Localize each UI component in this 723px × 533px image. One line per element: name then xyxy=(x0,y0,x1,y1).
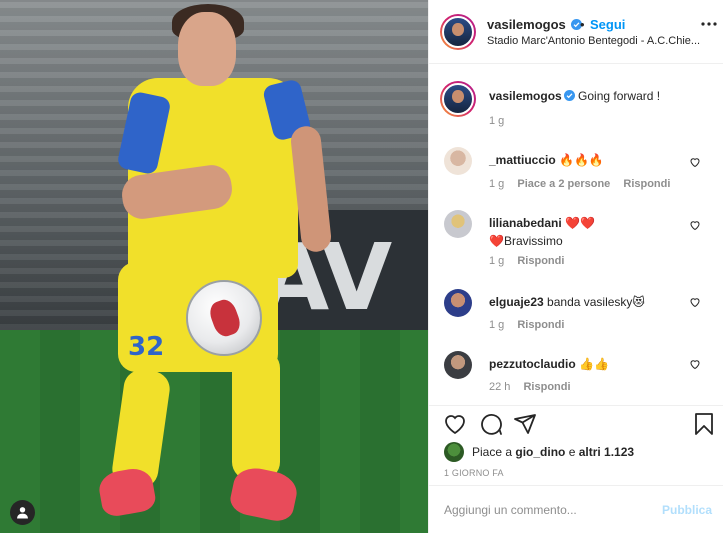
caption-meta: 1 g xyxy=(489,115,514,127)
post-photo[interactable]: AV 32 xyxy=(0,0,428,533)
post-sidebar: vasilemogos • Segui Stadio Marc'Antonio … xyxy=(428,0,723,533)
comment-meta: 1 g Rispondi xyxy=(489,319,574,331)
bookmark-icon[interactable] xyxy=(692,412,716,436)
football xyxy=(186,280,262,356)
comment-body: banda vasilesky😻 xyxy=(547,295,645,309)
user-tag-glyph-icon xyxy=(17,507,28,519)
add-comment-bar: Pubblica xyxy=(429,485,723,533)
liker-avatar[interactable] xyxy=(444,442,464,462)
likes-prefix: Piace a xyxy=(472,445,516,459)
comment-username[interactable]: lilianabedani xyxy=(489,216,562,230)
comment-time[interactable]: 1 g xyxy=(489,319,504,331)
more-dots-icon xyxy=(701,22,717,26)
reply-button[interactable]: Rispondi xyxy=(517,319,564,331)
comment-like-heart-icon[interactable] xyxy=(689,219,701,231)
player-head xyxy=(178,12,236,86)
post-actions: Piace a gio_dino e altri 1.123 1 GIORNO … xyxy=(429,405,723,485)
caption-author-avatar[interactable] xyxy=(440,81,476,117)
comment-time[interactable]: 1 g xyxy=(489,255,504,267)
likes-text[interactable]: Piace a gio_dino e altri 1.123 xyxy=(472,445,634,459)
header-separator: • xyxy=(580,17,585,32)
comment-time[interactable]: 1 g xyxy=(489,178,504,190)
comment-time[interactable]: 22 h xyxy=(489,381,510,393)
liker-username[interactable]: gio_dino xyxy=(515,445,565,459)
comment-body: 🔥🔥🔥 xyxy=(559,153,604,167)
post-header: vasilemogos • Segui Stadio Marc'Antonio … xyxy=(429,0,723,64)
reply-button[interactable]: Rispondi xyxy=(517,255,564,267)
user-tag-icon[interactable] xyxy=(10,500,35,525)
comment-text: elguaje23 banda vasilesky😻 xyxy=(489,293,689,311)
comment-meta: 22 h Rispondi xyxy=(489,381,581,393)
comment-text: pezzutoclaudio 👍👍 xyxy=(489,355,689,373)
reply-button[interactable]: Rispondi xyxy=(523,381,570,393)
publish-button[interactable]: Pubblica xyxy=(662,503,712,517)
author-avatar[interactable] xyxy=(440,14,476,50)
comment-avatar[interactable] xyxy=(444,210,472,238)
comment-input[interactable] xyxy=(444,500,654,520)
comment-meta: 1 g Rispondi xyxy=(489,255,574,267)
comment-like-heart-icon[interactable] xyxy=(689,358,701,370)
comment-username[interactable]: _mattiuccio xyxy=(489,153,556,167)
author-username[interactable]: vasilemogos xyxy=(487,17,583,32)
comment-body: 👍👍 xyxy=(579,357,609,371)
comment-username[interactable]: elguaje23 xyxy=(489,295,544,309)
heart-icon[interactable] xyxy=(443,412,467,436)
follow-button[interactable]: Segui xyxy=(590,17,625,32)
comment-likes[interactable]: Piace a 2 persone xyxy=(517,178,610,190)
comment-like-heart-icon[interactable] xyxy=(689,156,701,168)
comment-body: ❤️❤️ xyxy=(565,216,595,230)
player-right-leg xyxy=(232,350,280,480)
comment-icon[interactable] xyxy=(479,412,503,436)
caption-body: Going forward ! xyxy=(578,89,661,103)
likes-summary[interactable]: Piace a gio_dino e altri 1.123 xyxy=(444,442,634,462)
comment-like-heart-icon[interactable] xyxy=(689,296,701,308)
comment-avatar[interactable] xyxy=(444,289,472,317)
reply-button[interactable]: Rispondi xyxy=(623,178,670,190)
caption-username[interactable]: vasilemogos xyxy=(489,89,562,103)
more-options-icon[interactable] xyxy=(699,14,719,34)
caption-time[interactable]: 1 g xyxy=(489,115,504,127)
comment-text: _mattiuccio 🔥🔥🔥 xyxy=(489,151,689,169)
comment-body-line2: ❤️Bravissimo xyxy=(489,234,563,248)
comment-avatar[interactable] xyxy=(444,351,472,379)
player-shorts-number: 32 xyxy=(128,332,165,362)
post-location[interactable]: Stadio Marc'Antonio Bentegodi - A.C.Chie… xyxy=(487,35,715,47)
likes-others-count[interactable]: altri 1.123 xyxy=(579,445,634,459)
likes-middle: e xyxy=(565,445,579,459)
caption-verified-icon xyxy=(563,90,575,101)
comments-list[interactable]: vasilemogos Going forward ! 1 g _mattiuc… xyxy=(429,65,723,405)
comment-username[interactable]: pezzutoclaudio xyxy=(489,357,576,371)
comment-avatar[interactable] xyxy=(444,147,472,175)
comment-text: lilianabedani ❤️❤️ ❤️Bravissimo xyxy=(489,214,689,250)
share-icon[interactable] xyxy=(513,412,537,436)
post-timestamp[interactable]: 1 GIORNO FA xyxy=(444,468,504,478)
caption-text: vasilemogos Going forward ! xyxy=(489,87,709,105)
author-username-text[interactable]: vasilemogos xyxy=(487,17,566,32)
comment-meta: 1 g Piace a 2 persone Rispondi xyxy=(489,178,680,190)
